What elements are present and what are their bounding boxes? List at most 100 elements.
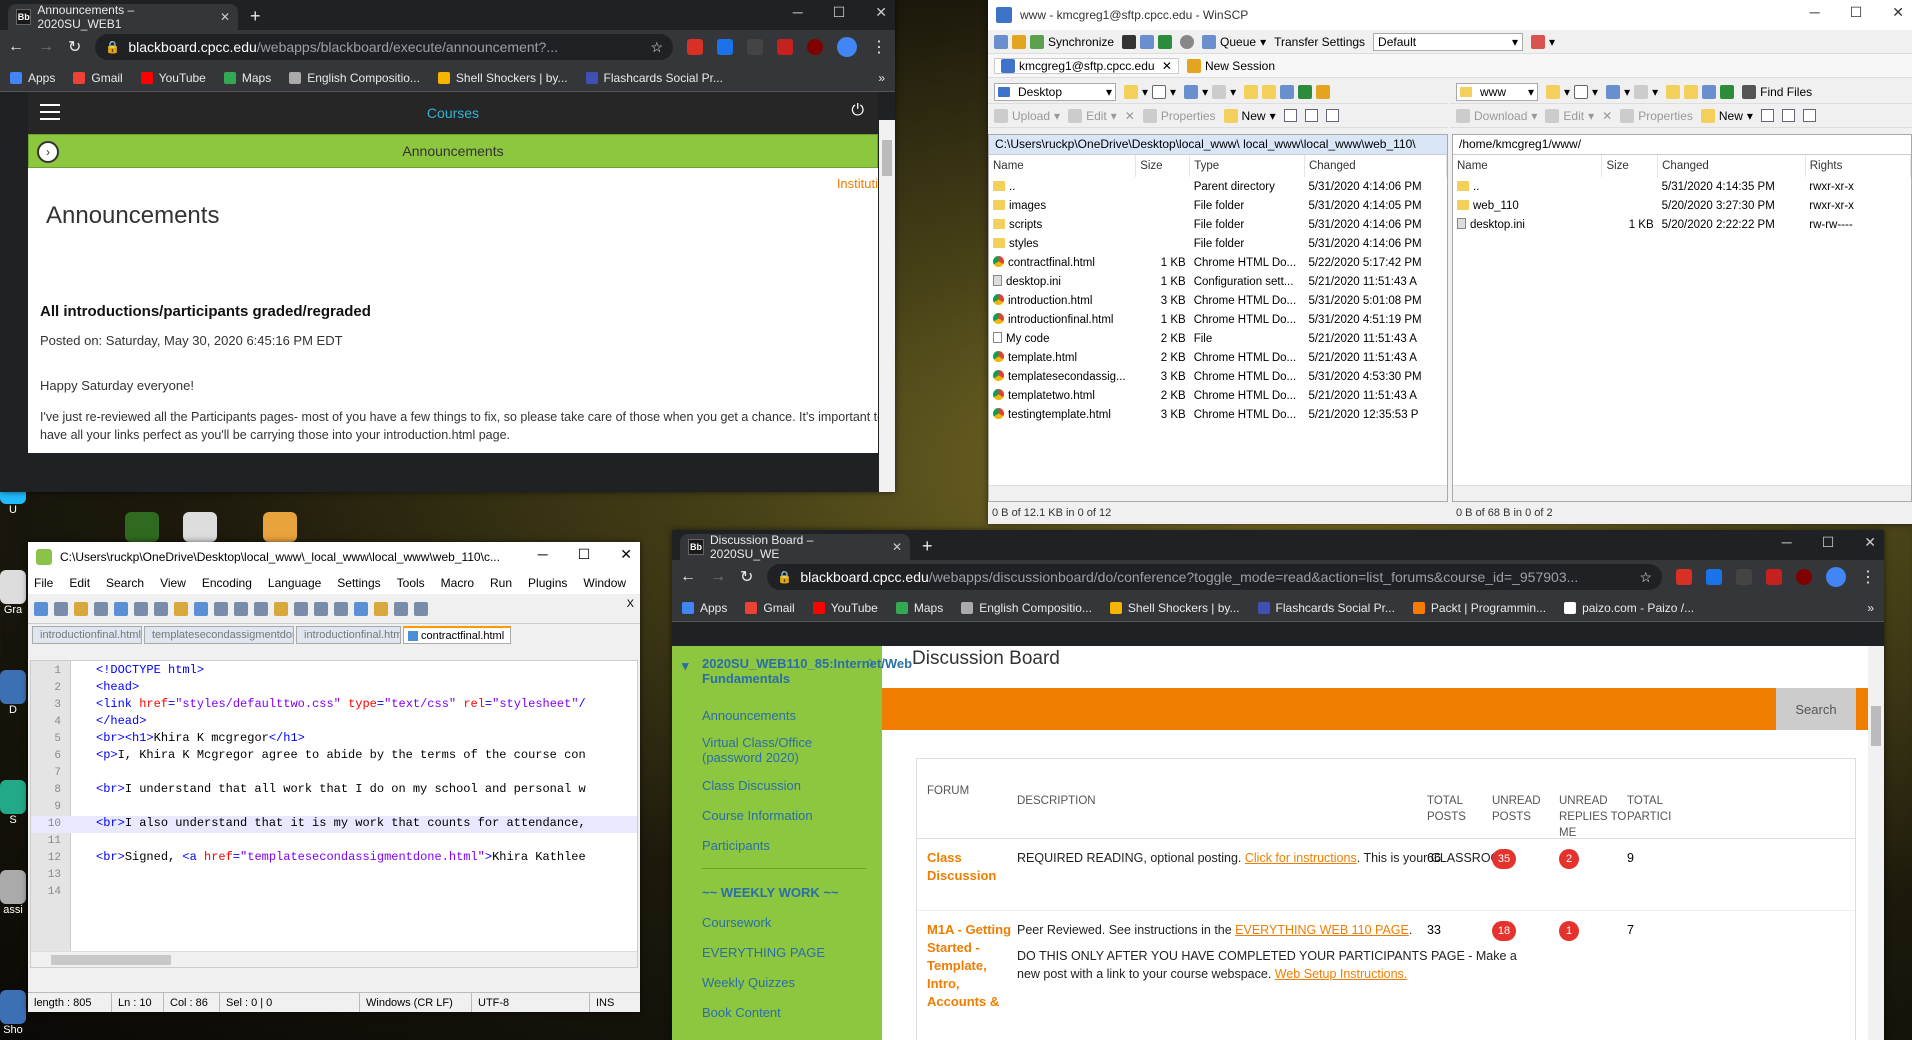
menu-item[interactable]: Language (268, 576, 321, 590)
bookmark-item[interactable]: Apps (10, 71, 55, 85)
check-icon[interactable] (1325, 109, 1339, 122)
course-nav-item[interactable]: Coursework (672, 907, 882, 937)
paste-icon[interactable] (214, 601, 228, 616)
copy-icon[interactable] (194, 601, 208, 616)
maximize-icon[interactable]: ☐ (1850, 4, 1863, 21)
file-row[interactable]: .. 5/31/2020 4:14:35 PM rwxr-xr-x (1453, 177, 1911, 196)
wrap-icon[interactable] (374, 601, 388, 616)
hamburger-menu-icon[interactable] (40, 104, 60, 120)
address-bar[interactable]: 🔒 blackboard.cpcc.edu/webapps/blackboard… (95, 34, 673, 60)
ublock-icon[interactable] (807, 39, 823, 55)
menu-item[interactable]: Search (106, 576, 144, 590)
address-bar[interactable]: 🔒 blackboard.cpcc.edu/webapps/discussion… (767, 564, 1662, 590)
menu-kebab-icon[interactable]: ⋮ (1860, 567, 1876, 587)
bookmark-item[interactable]: English Compositio... (289, 71, 420, 85)
desktop-shortcut[interactable]: assi (0, 870, 26, 930)
sync-icon[interactable] (354, 601, 368, 616)
bookmarks-overflow-icon[interactable]: » (1867, 601, 1874, 615)
code-editor[interactable]: 1 <!DOCTYPE html> 2 <head> 3 <link href="styl… (30, 660, 638, 968)
bookmarks-overflow-icon[interactable]: » (878, 71, 885, 85)
action-properties-button[interactable]: Properties (1142, 108, 1216, 123)
desktop-shortcut[interactable]: S (0, 780, 26, 840)
file-row[interactable]: scripts File folder 5/31/2020 4:14:06 PM (989, 215, 1447, 234)
bookmark-item[interactable]: Gmail (73, 71, 123, 85)
new-session-tab[interactable]: New Session (1186, 58, 1275, 73)
menu-item[interactable]: Run (490, 576, 512, 590)
file-row[interactable]: .. Parent directory 5/31/2020 4:14:06 PM (989, 177, 1447, 196)
show-all-icon[interactable] (414, 601, 428, 616)
file-row[interactable]: styles File folder 5/31/2020 4:14:06 PM (989, 234, 1447, 253)
hscroll-thumb[interactable] (51, 955, 171, 965)
plus-icon[interactable] (1283, 109, 1297, 122)
column-header[interactable]: Rights (1805, 155, 1911, 177)
bookmark-item[interactable]: paizo.com - Paizo /... (1564, 601, 1694, 615)
bookmark-star-icon[interactable]: ☆ (1639, 569, 1652, 586)
minus-icon[interactable] (1304, 109, 1318, 122)
folder-buttons[interactable] (1244, 84, 1331, 99)
folder-buttons[interactable] (1666, 84, 1735, 99)
maximize-icon[interactable]: ☐ (833, 4, 846, 21)
new-tab-icon[interactable]: + (922, 536, 933, 557)
cut-icon[interactable] (174, 601, 188, 616)
queue-button[interactable]: Queue ▾ (1202, 34, 1266, 49)
transfer-settings-select[interactable]: Default ▾ (1373, 32, 1524, 51)
course-nav-item[interactable]: Participants (672, 830, 882, 860)
menu-item[interactable]: Macro (441, 576, 474, 590)
preferences-button[interactable] (1180, 34, 1195, 49)
extension-icon[interactable] (1736, 569, 1752, 585)
left-location-select[interactable]: Desktop ▾ (994, 82, 1116, 101)
menu-item[interactable]: Edit (69, 576, 90, 590)
action-download-button[interactable]: Download ▾ (1456, 108, 1537, 123)
course-nav-item[interactable]: Book Content (672, 997, 882, 1027)
extension-icon[interactable] (687, 39, 703, 55)
bookmark-item[interactable]: Flashcards Social Pr... (1257, 601, 1395, 615)
profile-avatar[interactable] (1826, 567, 1846, 587)
editor-hscroll[interactable] (31, 951, 637, 967)
scrollbar-thumb[interactable] (882, 140, 892, 176)
action-upload-button[interactable]: Upload ▾ (994, 108, 1060, 123)
column-header[interactable]: Size (1135, 155, 1191, 177)
close-icon[interactable]: ✕ (1892, 4, 1904, 21)
search-button[interactable]: Search (1776, 688, 1856, 730)
close-icon[interactable]: ✕ (1864, 534, 1876, 551)
save-icon[interactable] (74, 601, 88, 616)
course-nav-item[interactable]: Course Information (672, 800, 882, 830)
menu-item[interactable]: File (34, 576, 53, 590)
print-icon[interactable] (154, 601, 168, 616)
course-nav-item[interactable]: Announcements (672, 700, 882, 730)
lock-extension-icon[interactable] (1766, 569, 1782, 585)
menu-item[interactable]: Tools (397, 576, 425, 590)
right-location-select[interactable]: www ▾ (1456, 82, 1538, 101)
find-files-button[interactable]: Find Files (1742, 84, 1812, 99)
unread-replies-badge[interactable]: 1 (1559, 921, 1579, 941)
file-row[interactable]: introduction.html 3 KB Chrome HTML Do... 5/… (989, 291, 1447, 310)
folder-tools[interactable]: ▾ ▾ (1124, 84, 1176, 99)
extension-icon[interactable] (717, 39, 733, 55)
minimize-icon[interactable]: ─ (793, 4, 803, 21)
ublock-icon[interactable] (1796, 569, 1812, 585)
minimize-icon[interactable]: ─ (1810, 4, 1820, 21)
replace-icon[interactable] (294, 601, 308, 616)
minus-icon[interactable] (1781, 109, 1795, 122)
close-tab-icon[interactable]: ✕ (220, 10, 230, 24)
console-button[interactable] (1122, 34, 1173, 49)
close-tab-icon[interactable]: ✕ (892, 540, 902, 554)
description-link[interactable]: EVERYTHING WEB 110 PAGE (1235, 923, 1409, 937)
file-row[interactable]: template.html 2 KB Chrome HTML Do... 5/21/2… (989, 348, 1447, 367)
desktop-shortcut[interactable]: Gra (0, 570, 26, 630)
remote-path[interactable]: /home/kmcgreg1/www/ (1453, 135, 1911, 155)
desktop-shortcut[interactable] (112, 512, 172, 542)
home-icon[interactable]: ⌂ (866, 654, 874, 669)
power-icon[interactable]: ⏻ (851, 102, 864, 120)
column-header[interactable]: Name (989, 155, 1137, 177)
file-row[interactable]: introductionfinal.html 1 KB Chrome HTML Do… (989, 310, 1447, 329)
action-edit-button[interactable]: Edit ▾ (1068, 108, 1117, 123)
document-tab[interactable]: templatesecondassigmentdone.html (144, 626, 294, 644)
file-row[interactable]: desktop.ini 1 KB 5/20/2020 2:22:22 PM rw-rw… (1453, 215, 1911, 234)
close-icon[interactable]: ✕ (875, 4, 887, 21)
course-nav-item[interactable]: Virtual Class/Office (password 2020) (672, 730, 882, 770)
menu-item[interactable]: View (160, 576, 186, 590)
tab-announcements[interactable]: Bb Announcements – 2020SU_WEB1 ✕ (8, 3, 238, 31)
desktop-shortcut[interactable] (250, 512, 310, 542)
courses-link[interactable]: Courses (427, 105, 479, 121)
